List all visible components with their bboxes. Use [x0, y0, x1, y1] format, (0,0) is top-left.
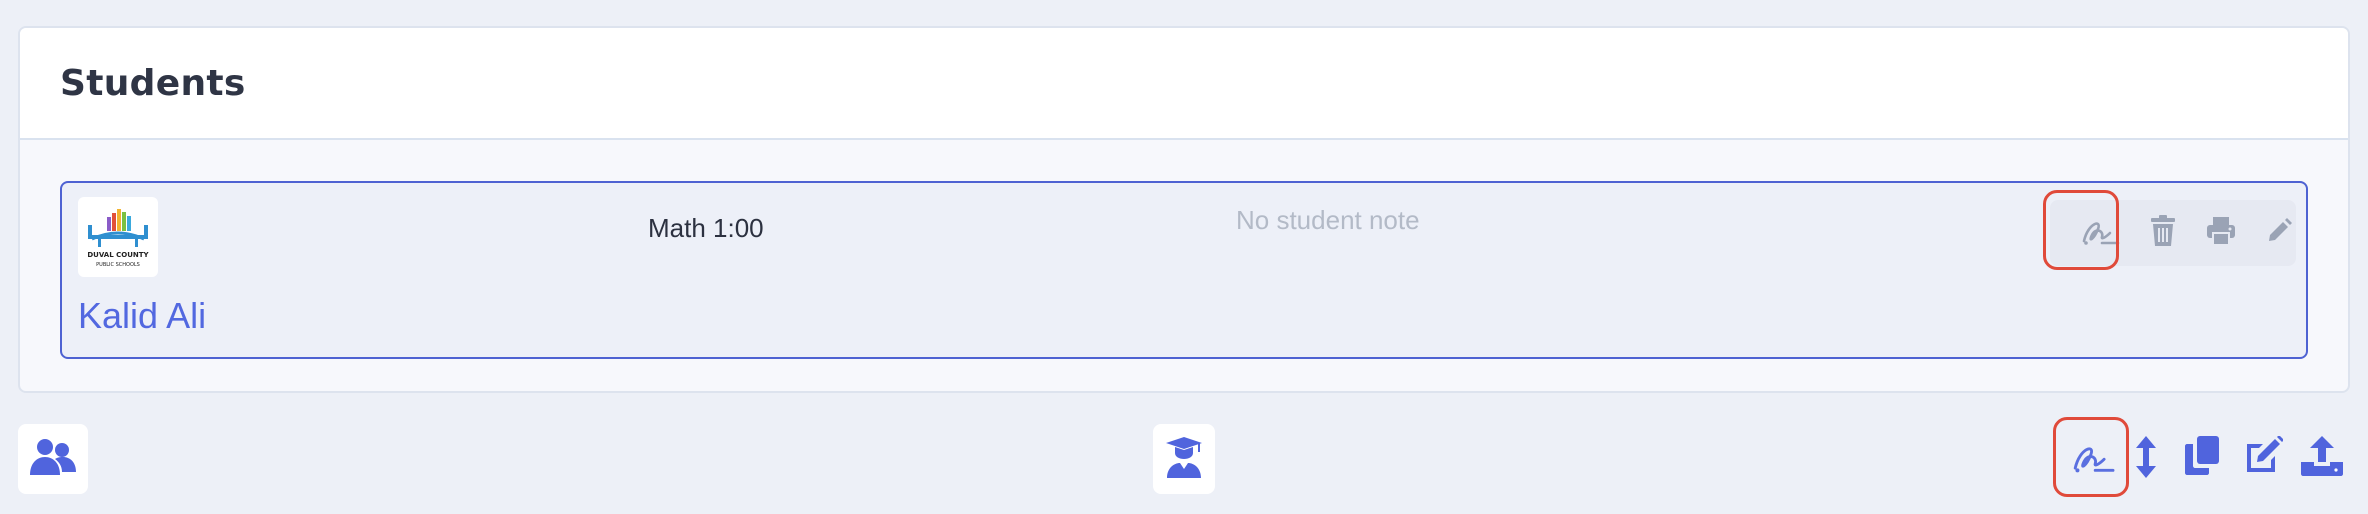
- copy-button[interactable]: [2180, 432, 2226, 484]
- edit-button[interactable]: [2252, 200, 2306, 266]
- upload-icon: [2301, 435, 2343, 481]
- copy-icon: [2185, 435, 2221, 481]
- signature-icon: [2069, 437, 2117, 482]
- svg-text:DUVAL COUNTY: DUVAL COUNTY: [87, 251, 149, 259]
- sign-button[interactable]: [2064, 200, 2136, 266]
- sign-all-button[interactable]: [2062, 428, 2124, 490]
- card-actions: [2050, 200, 2296, 266]
- class-time: Math 1:00: [648, 213, 764, 243]
- delete-button[interactable]: [2136, 200, 2190, 266]
- reorder-button[interactable]: [2128, 434, 2164, 484]
- upload-button[interactable]: [2298, 432, 2346, 484]
- students-panel: Students DUVAL COUNTY PUBLIC SCHOOLS Mat…: [18, 26, 2350, 393]
- panel-header: Students: [20, 28, 2348, 140]
- student-card[interactable]: DUVAL COUNTY PUBLIC SCHOOLS Math 1:00 No…: [60, 181, 2308, 359]
- users-icon: [29, 437, 77, 482]
- edit-all-button[interactable]: [2240, 432, 2286, 484]
- vertical-arrows-icon: [2136, 435, 2156, 483]
- graduate-button[interactable]: [1153, 424, 1215, 494]
- student-name-link[interactable]: Kalid Ali: [78, 295, 206, 337]
- svg-text:PUBLIC SCHOOLS: PUBLIC SCHOOLS: [96, 262, 140, 268]
- graduate-icon: [1164, 435, 1204, 484]
- students-button[interactable]: [18, 424, 88, 494]
- panel-title: Students: [60, 62, 246, 104]
- school-logo: DUVAL COUNTY PUBLIC SCHOOLS: [78, 197, 158, 277]
- trash-icon: [2150, 214, 2176, 252]
- print-icon: [2206, 216, 2236, 251]
- pencil-icon: [2266, 217, 2292, 249]
- student-note: No student note: [1236, 205, 1420, 235]
- print-button[interactable]: [2194, 200, 2248, 266]
- signature-icon: [2080, 213, 2120, 254]
- edit-icon: [2243, 434, 2284, 481]
